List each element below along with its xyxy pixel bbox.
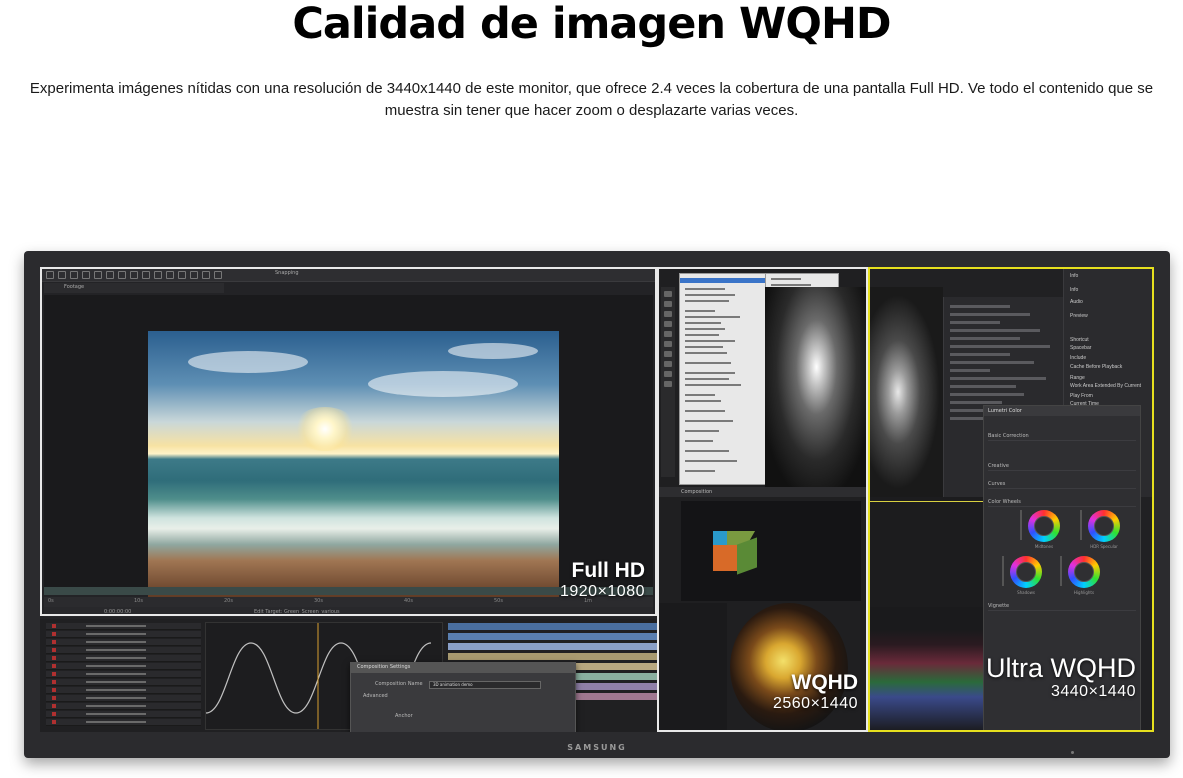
- wqhd-frame: [657, 267, 868, 732]
- full-hd-name: Full HD: [571, 559, 646, 582]
- ultra-wqhd-zone: Info Info Audio Preview Shortcut Spaceba…: [868, 267, 1154, 732]
- wqhd-name: WQHD: [791, 671, 859, 694]
- page-description: Experimenta imágenes nítidas con una res…: [29, 80, 1154, 119]
- monitor: Snapping Footage 0s 10s 20s 30s 40s 50s …: [24, 251, 1170, 758]
- full-hd-zone: Snapping Footage 0s 10s 20s 30s 40s 50s …: [40, 267, 657, 732]
- dialog-name-label: Composition Name: [375, 681, 423, 687]
- timeline-track: [448, 643, 657, 650]
- dialog-anchor-label: Anchor: [395, 713, 413, 719]
- wqhd-resolution: 2560×1440: [772, 695, 858, 712]
- power-led: [1071, 751, 1074, 754]
- composition-name-field[interactable]: 3D animation demo: [429, 681, 541, 689]
- ultra-wqhd-resolution: 3440×1440: [1050, 683, 1136, 700]
- dialog-advanced-tab[interactable]: Advanced: [363, 693, 388, 699]
- dialog-title: Composition Settings: [357, 664, 411, 670]
- wqhd-zone: Composition WQHD 2560×1440: [657, 267, 868, 732]
- wqhd-label: WQHD 2560×1440: [773, 671, 858, 713]
- full-hd-label: Full HD 1920×1080: [560, 559, 645, 601]
- ultra-wqhd-name: Ultra WQHD: [986, 653, 1136, 683]
- page-title: Calidad de imagen WQHD: [292, 0, 891, 49]
- timeline-track: [448, 633, 657, 640]
- timeline-track: [448, 623, 657, 630]
- timeline-track: [448, 653, 657, 660]
- composition-name-value: 3D animation demo: [433, 682, 473, 687]
- composition-settings-dialog[interactable]: Composition Settings Composition Name 3D…: [350, 662, 576, 732]
- ultra-wqhd-label: Ultra WQHD 3440×1440: [986, 653, 1136, 701]
- monitor-brand-logo: SAMSUNG: [567, 743, 627, 752]
- monitor-screen: Snapping Footage 0s 10s 20s 30s 40s 50s …: [40, 267, 1154, 732]
- full-hd-resolution: 1920×1080: [559, 583, 645, 600]
